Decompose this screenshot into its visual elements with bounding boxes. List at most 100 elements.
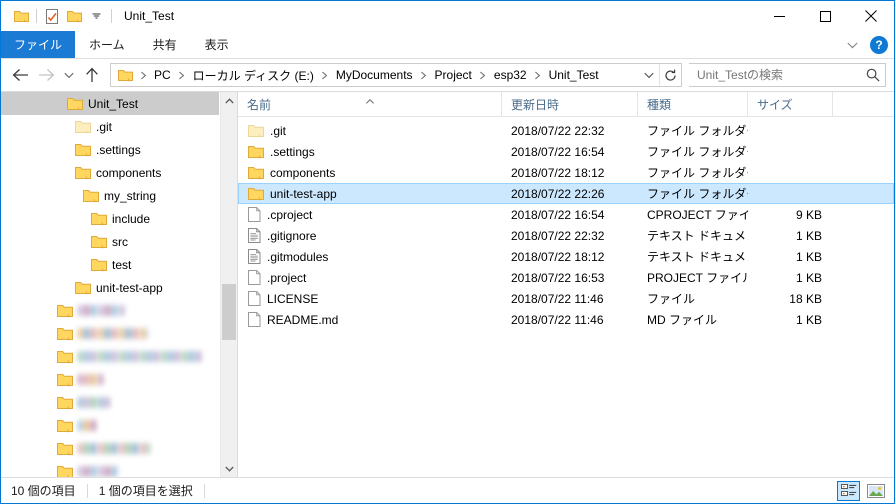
breadcrumb-item-esp32[interactable]: esp32 bbox=[490, 68, 531, 82]
file-date-cell: 2018/07/22 18:12 bbox=[511, 249, 605, 264]
tree-item-redacted[interactable] bbox=[1, 437, 219, 460]
sidebar-item-label: include bbox=[112, 211, 151, 226]
sidebar-item-label: .settings bbox=[96, 142, 141, 157]
breadcrumb-item-pc[interactable]: PC bbox=[150, 68, 175, 82]
details-view-button[interactable] bbox=[837, 481, 860, 501]
breadcrumb-item-mydocuments[interactable]: MyDocuments bbox=[332, 68, 417, 82]
scroll-up-arrow[interactable] bbox=[221, 92, 237, 109]
file-type-cell: テキスト ドキュメント bbox=[647, 229, 748, 243]
search-box[interactable] bbox=[689, 63, 886, 87]
tree-item-redacted[interactable] bbox=[1, 391, 219, 414]
tab-home[interactable]: ホーム bbox=[75, 31, 139, 58]
file-name-cell: LICENSE bbox=[239, 291, 502, 306]
column-header-name[interactable]: 名前 bbox=[238, 92, 501, 116]
file-list[interactable]: .git 2018/07/22 22:32 ファイル フォルダー .settings 2… bbox=[238, 117, 894, 477]
large-icons-view-button[interactable] bbox=[864, 481, 887, 501]
sidebar-item-test[interactable]: test bbox=[1, 253, 219, 276]
tree-item-redacted[interactable] bbox=[1, 322, 219, 345]
folder-icon bbox=[91, 235, 107, 249]
sidebar-item-unit-test-app[interactable]: unit-test-app bbox=[1, 276, 219, 299]
table-row[interactable]: README.md 2018/07/22 11:46 MD ファイル 1 KB bbox=[238, 309, 894, 330]
column-header-name-label: 名前 bbox=[247, 97, 272, 112]
column-header-date[interactable]: 更新日時 bbox=[501, 92, 637, 116]
file-name-cell: unit-test-app bbox=[239, 187, 502, 201]
forward-button bbox=[33, 62, 59, 88]
folder-icon[interactable] bbox=[10, 5, 32, 27]
tree-item-redacted[interactable] bbox=[1, 345, 219, 368]
address-bar[interactable]: PC ローカル ディスク (E:) MyDocuments Project es… bbox=[110, 63, 682, 87]
search-input[interactable] bbox=[689, 68, 861, 82]
chevron-down-icon[interactable] bbox=[639, 64, 659, 86]
column-header-size[interactable]: サイズ bbox=[747, 92, 832, 116]
scroll-down-arrow[interactable] bbox=[221, 460, 237, 477]
window-controls bbox=[756, 1, 894, 31]
table-row[interactable]: LICENSE 2018/07/22 11:46 ファイル 18 KB bbox=[238, 288, 894, 309]
minimize-button[interactable] bbox=[756, 1, 802, 31]
breadcrumb-separator[interactable] bbox=[318, 71, 332, 80]
chevron-down-icon[interactable] bbox=[85, 5, 107, 27]
folder-icon bbox=[57, 350, 73, 364]
tab-share[interactable]: 共有 bbox=[139, 31, 191, 58]
tree-item-redacted[interactable] bbox=[1, 299, 219, 322]
new-folder-icon[interactable] bbox=[63, 5, 85, 27]
close-button[interactable] bbox=[848, 1, 894, 31]
table-row[interactable]: .project 2018/07/22 16:53 PROJECT ファイル 1 KB bbox=[238, 267, 894, 288]
tab-file[interactable]: ファイル bbox=[1, 31, 76, 58]
table-row[interactable]: .settings 2018/07/22 16:54 ファイル フォルダー bbox=[238, 141, 894, 162]
table-row[interactable]: .gitignore 2018/07/22 22:32 テキスト ドキュメント 1 K… bbox=[238, 225, 894, 246]
folder-icon bbox=[57, 396, 73, 410]
file-date-cell: 2018/07/22 22:32 bbox=[511, 123, 605, 138]
tab-view[interactable]: 表示 bbox=[191, 31, 243, 58]
breadcrumb-item-project[interactable]: Project bbox=[431, 68, 476, 82]
folder-icon bbox=[248, 187, 264, 201]
chevron-down-icon[interactable] bbox=[842, 35, 862, 55]
column-header-type[interactable]: 種類 bbox=[637, 92, 747, 116]
sidebar-item-src[interactable]: src bbox=[1, 230, 219, 253]
file-size-cell: 1 KB bbox=[795, 312, 822, 327]
back-button[interactable] bbox=[7, 62, 33, 88]
sidebar-item-components[interactable]: components bbox=[1, 161, 219, 184]
file-icon bbox=[248, 207, 261, 222]
file-size-cell: 9 KB bbox=[795, 207, 822, 222]
navigation-pane: Unit_Test .git .settings components my_strin… bbox=[1, 92, 238, 477]
sidebar-item-unit_test[interactable]: Unit_Test bbox=[1, 92, 219, 115]
folder-icon bbox=[91, 258, 107, 272]
explorer-window: Unit_Test ファイル ホーム 共有 表示 ? PC ローカル ディスク … bbox=[0, 0, 895, 504]
folder-icon bbox=[248, 166, 264, 180]
up-button[interactable] bbox=[79, 62, 105, 88]
table-row[interactable]: .cproject 2018/07/22 16:54 CPROJECT ファイル 9 … bbox=[238, 204, 894, 225]
tree-item-redacted[interactable] bbox=[1, 460, 219, 477]
sidebar-item-git[interactable]: .git bbox=[1, 115, 219, 138]
breadcrumb-separator[interactable] bbox=[531, 71, 545, 80]
recent-locations-button[interactable] bbox=[59, 62, 79, 88]
folder-icon[interactable] bbox=[115, 69, 136, 82]
table-row[interactable]: unit-test-app 2018/07/22 22:26 ファイル フォルダー bbox=[238, 183, 894, 204]
scrollbar-thumb[interactable] bbox=[222, 284, 236, 340]
help-icon[interactable]: ? bbox=[870, 36, 888, 54]
redacted-label bbox=[78, 374, 104, 385]
breadcrumb-item-unit-test[interactable]: Unit_Test bbox=[545, 68, 603, 82]
column-header-spacer[interactable] bbox=[832, 92, 894, 116]
breadcrumb-separator[interactable] bbox=[476, 71, 490, 80]
title-bar: Unit_Test bbox=[1, 1, 894, 31]
tree-item-redacted[interactable] bbox=[1, 414, 219, 437]
breadcrumb-item-drive[interactable]: ローカル ディスク (E:) bbox=[189, 67, 318, 84]
sidebar-item-settings[interactable]: .settings bbox=[1, 138, 219, 161]
table-row[interactable]: .git 2018/07/22 22:32 ファイル フォルダー bbox=[238, 120, 894, 141]
refresh-icon[interactable] bbox=[659, 64, 681, 86]
sidebar-item-include[interactable]: include bbox=[1, 207, 219, 230]
tree-item-redacted[interactable] bbox=[1, 368, 219, 391]
sidebar-item-my_string[interactable]: my_string bbox=[1, 184, 219, 207]
properties-icon[interactable] bbox=[41, 5, 63, 27]
file-pane: 名前 更新日時 種類 サイズ .git 2018/07/22 22:32 ファイル … bbox=[238, 92, 894, 477]
breadcrumb-separator[interactable] bbox=[136, 71, 150, 80]
breadcrumb-separator[interactable] bbox=[417, 71, 431, 80]
search-icon[interactable] bbox=[861, 64, 885, 86]
table-row[interactable]: .gitmodules 2018/07/22 18:12 テキスト ドキュメント 1 … bbox=[238, 246, 894, 267]
table-row[interactable]: components 2018/07/22 18:12 ファイル フォルダー bbox=[238, 162, 894, 183]
maximize-button[interactable] bbox=[802, 1, 848, 31]
file-name-cell: .settings bbox=[239, 145, 502, 159]
nav-scrollbar[interactable] bbox=[220, 92, 237, 477]
file-name-label: .cproject bbox=[267, 207, 313, 222]
breadcrumb-separator[interactable] bbox=[175, 71, 189, 80]
